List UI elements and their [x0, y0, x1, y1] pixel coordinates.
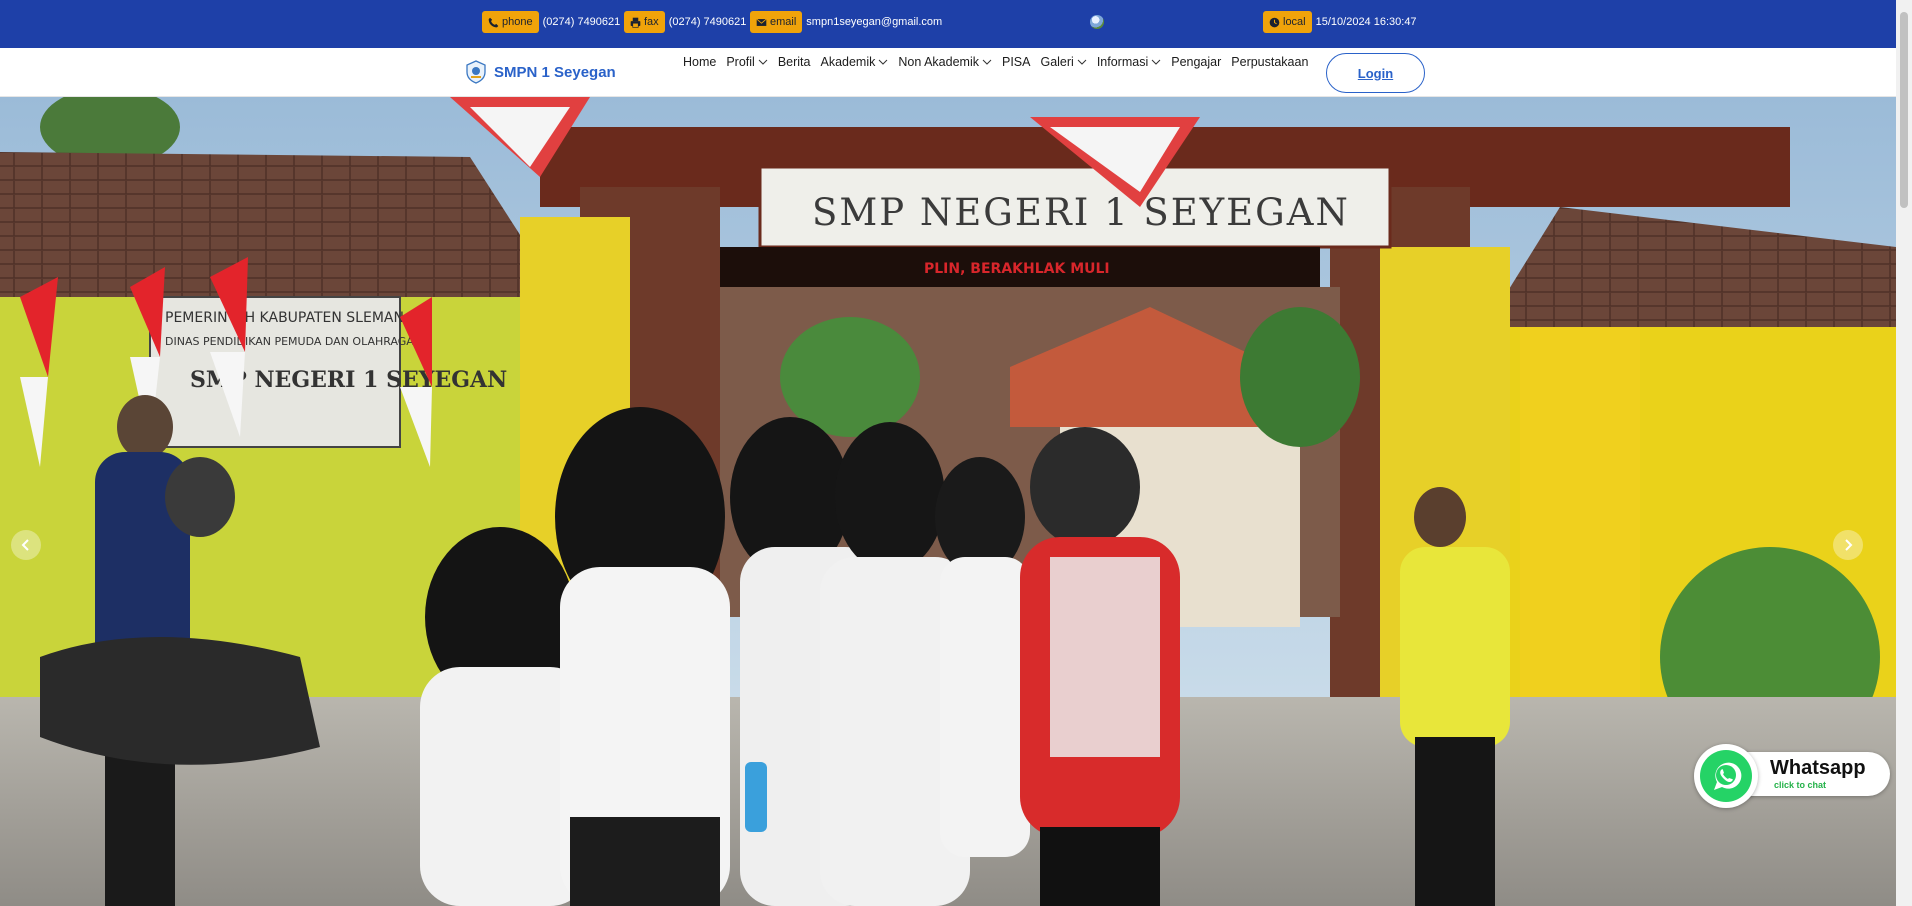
fax-number: (0274) 7490621	[668, 16, 747, 28]
nav-label: Home	[683, 55, 717, 69]
wall-sign-line-1: PEMERINTAH KABUPATEN SLEMAN	[165, 310, 404, 326]
local-time-info: local 15/10/2024 16:30:47	[1263, 11, 1417, 33]
nav-item-perpustakaan[interactable]: Perpustakaan	[1231, 55, 1308, 69]
chevron-down-icon	[758, 59, 768, 65]
phone-badge-label: phone	[502, 16, 533, 28]
local-datetime: 15/10/2024 16:30:47	[1315, 16, 1417, 28]
nav-label: Akademik	[820, 55, 876, 69]
phone-badge: phone	[482, 11, 539, 33]
nav-label: Profil	[726, 55, 755, 69]
chevron-down-icon	[879, 59, 888, 65]
whatsapp-chat-button[interactable]: Whatsapp click to chat	[1694, 744, 1894, 808]
fax-icon	[630, 17, 641, 28]
school-logo-icon	[466, 60, 486, 84]
fax-info: fax (0274) 7490621	[624, 11, 746, 33]
whatsapp-subtitle: click to chat	[1774, 780, 1827, 790]
gate-sign-text: SMP NEGERI 1 SEYEGAN	[812, 191, 1350, 234]
scrollbar-thumb[interactable]	[1900, 12, 1908, 208]
clock-icon	[1269, 17, 1280, 27]
carousel-next-button[interactable]	[1833, 530, 1863, 560]
main-navbar: SMPN 1 Seyegan Home Profil Berita Akadem…	[0, 48, 1896, 97]
whatsapp-title: Whatsapp	[1770, 757, 1866, 779]
nav-item-pisa[interactable]: PISA	[1002, 55, 1031, 69]
chevron-down-icon	[982, 59, 992, 65]
nav-item-informasi[interactable]: Informasi	[1097, 55, 1161, 69]
nav-item-home[interactable]: Home	[683, 55, 716, 69]
email-badge-label: email	[770, 16, 797, 28]
email-badge: email	[750, 11, 803, 33]
local-badge: local	[1263, 11, 1312, 33]
envelope-icon	[756, 18, 767, 26]
gate-slogan-text: PLIN, BERAKHLAK MULI	[924, 261, 1110, 277]
nav-label: Informasi	[1096, 55, 1149, 69]
chevron-down-icon	[1151, 59, 1161, 65]
login-button[interactable]: Login	[1326, 53, 1425, 93]
email-info: email smpn1seyegan@gmail.com	[750, 11, 942, 33]
local-badge-label: local	[1283, 16, 1306, 28]
nav-label: PISA	[1001, 55, 1031, 69]
fax-badge: fax	[624, 11, 665, 33]
top-info-bar: phone (0274) 7490621 fax (0274) 7490621 …	[0, 0, 1896, 48]
chevron-left-icon	[21, 539, 29, 551]
brand-name[interactable]: SMPN 1 Seyegan	[494, 64, 616, 81]
carousel-prev-button[interactable]	[11, 530, 41, 560]
page-scrollbar[interactable]	[1896, 0, 1912, 906]
nav-label: Perpustakaan	[1231, 55, 1309, 69]
nav-item-pengajar[interactable]: Pengajar	[1171, 55, 1221, 69]
whatsapp-icon	[1694, 744, 1758, 808]
nav-label: Berita	[777, 55, 811, 69]
nav-item-non-akademik[interactable]: Non Akademik	[898, 55, 992, 69]
nav-item-profil[interactable]: Profil	[726, 55, 768, 69]
phone-icon	[488, 17, 499, 27]
nav-item-akademik[interactable]: Akademik	[820, 55, 888, 69]
email-address[interactable]: smpn1seyegan@gmail.com	[806, 16, 942, 28]
chevron-down-icon	[1077, 59, 1087, 65]
nav-label: Pengajar	[1171, 55, 1222, 69]
fax-badge-label: fax	[644, 16, 659, 28]
nav-item-berita[interactable]: Berita	[778, 55, 811, 69]
phone-info: phone (0274) 7490621	[482, 11, 620, 33]
phone-number[interactable]: (0274) 7490621	[543, 16, 621, 28]
globe-icon	[1090, 15, 1104, 29]
wall-sign-line-2: DINAS PENDIDIKAN PEMUDA DAN OLAHRAGA	[165, 335, 414, 348]
hero-photo: PEMERINTAH KABUPATEN SLEMAN DINAS PENDID…	[0, 97, 1896, 906]
main-menu: Home Profil Berita Akademik Non Akademik…	[683, 55, 1308, 69]
nav-item-galeri[interactable]: Galeri	[1040, 55, 1087, 69]
brand[interactable]: SMPN 1 Seyegan	[464, 60, 616, 84]
nav-label: Galeri	[1040, 55, 1074, 69]
hero-carousel: PEMERINTAH KABUPATEN SLEMAN DINAS PENDID…	[0, 97, 1896, 906]
nav-label: Non Akademik	[898, 55, 979, 69]
chevron-right-icon	[1845, 539, 1853, 551]
